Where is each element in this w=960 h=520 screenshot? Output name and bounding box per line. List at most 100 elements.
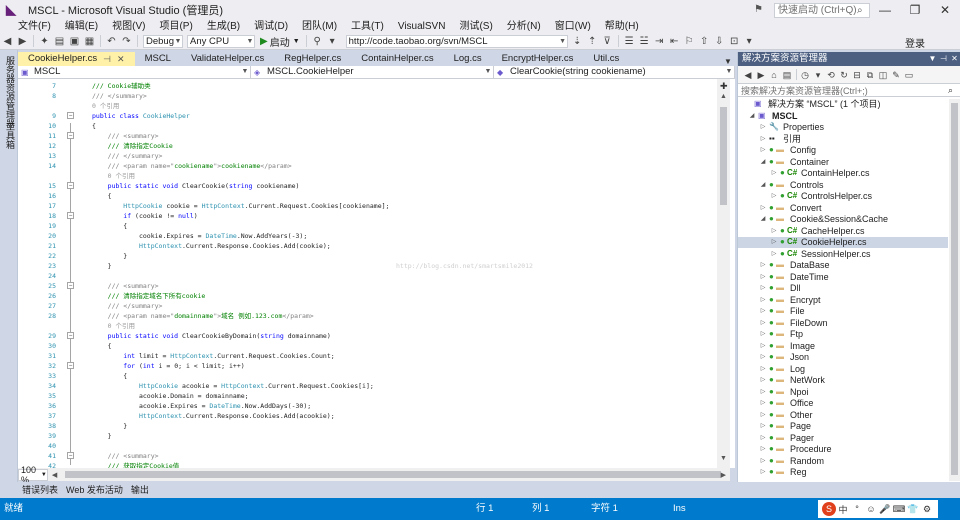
menu-item[interactable]: 视图(V) <box>105 20 152 33</box>
home-icon[interactable]: ⌂ <box>768 69 780 81</box>
tree-item[interactable]: ▷ ● C# CookieHelper.cs <box>738 237 948 248</box>
ime-button[interactable]: ° <box>850 504 864 514</box>
collapse-all-icon[interactable]: ⊟ <box>851 69 863 81</box>
url-select[interactable]: http://code.taobao.org/svn/MSCL ▼ <box>345 34 568 48</box>
tree-item[interactable]: ▷ ● ▬ File <box>738 306 948 317</box>
back-icon[interactable]: ◀ <box>742 69 754 81</box>
pending-changes-icon[interactable]: ▾ <box>812 69 824 81</box>
menu-item[interactable]: VisualSVN <box>391 20 453 33</box>
tree-item[interactable]: ▷ ● ▬ Random <box>738 456 948 467</box>
tree-item[interactable]: ▷ ● ▬ Procedure <box>738 444 948 455</box>
history-icon[interactable]: ◷ <box>799 69 811 81</box>
collapse-region-icon[interactable]: − <box>67 132 74 139</box>
new-project-icon[interactable]: ✦ <box>38 35 51 48</box>
collapsed-arrow-icon[interactable]: ▷ <box>770 237 778 248</box>
collapse-region-icon[interactable]: − <box>67 182 74 189</box>
solution-search-input[interactable]: 搜索解决方案资源管理器(Ctrl+;) ⌕ <box>738 84 960 97</box>
expanded-arrow-icon[interactable]: ◢ <box>759 180 767 191</box>
document-tab[interactable]: ContainHelper.cs <box>351 52 443 66</box>
indent-icon[interactable]: ⇥ <box>653 35 666 48</box>
collapsed-arrow-icon[interactable]: ▷ <box>759 341 767 352</box>
editor-horizontal-scrollbar[interactable]: 100 % ▼ ◀ ▶ <box>18 465 730 485</box>
close-icon[interactable]: ✕ <box>949 52 960 66</box>
class-dropdown[interactable]: ◈ MSCL.CookieHelper ▼ <box>251 66 494 78</box>
collapsed-arrow-icon[interactable]: ▷ <box>759 398 767 409</box>
preview-icon[interactable]: ▭ <box>903 69 915 81</box>
feedback-flag-icon[interactable]: ⚑ <box>754 3 768 17</box>
undo-icon[interactable]: ↶ <box>105 35 118 48</box>
toolbar-overflow-icon[interactable]: ▾ <box>743 35 756 48</box>
collapsed-arrow-icon[interactable]: ▷ <box>759 318 767 329</box>
sogou-logo-icon[interactable]: S <box>822 502 836 516</box>
collapse-region-icon[interactable]: − <box>67 112 74 119</box>
ime-button[interactable]: 中 <box>836 503 850 516</box>
tree-item[interactable]: ▷ ● ▬ Dll <box>738 283 948 294</box>
code-editor[interactable]: 7 /// Cookie辅助类 8 /// </summary> 0 个引用 9 − publ… <box>18 79 735 468</box>
switch-views-icon[interactable]: ▤ <box>781 69 793 81</box>
document-tab[interactable]: EncryptHelper.cs <box>492 52 584 66</box>
collapsed-arrow-icon[interactable]: ▷ <box>759 260 767 271</box>
view-code-icon[interactable]: ◫ <box>877 69 889 81</box>
collapse-region-icon[interactable]: − <box>67 282 74 289</box>
menu-item[interactable]: 调试(D) <box>247 20 295 33</box>
bottom-tool-tab[interactable]: Web 发布活动 <box>62 482 127 498</box>
collapsed-arrow-icon[interactable]: ▷ <box>770 226 778 237</box>
collapsed-arrow-icon[interactable]: ▷ <box>759 203 767 214</box>
tree-item[interactable]: ▷ ▪▪ 引用 <box>738 134 948 145</box>
menu-item[interactable]: 分析(N) <box>500 20 548 33</box>
ime-button[interactable]: ☺ <box>864 504 878 514</box>
tree-item[interactable]: ▷ ● ▬ Reg <box>738 467 948 478</box>
scroll-thumb[interactable] <box>951 103 958 475</box>
tree-item[interactable]: ▷ ● ▬ DataBase <box>738 260 948 271</box>
collapsed-arrow-icon[interactable]: ▷ <box>759 364 767 375</box>
menu-item[interactable]: 生成(B) <box>200 20 247 33</box>
ime-button[interactable]: 🎤 <box>878 504 892 515</box>
tab-list-dropdown-icon[interactable]: ▼ <box>721 57 735 66</box>
collapsed-arrow-icon[interactable]: ▷ <box>759 295 767 306</box>
tree-item[interactable]: ▣ 解决方案 “MSCL” (1 个项目) <box>738 99 948 110</box>
tree-item[interactable]: ▷ ● ▬ Ftp <box>738 329 948 340</box>
properties-icon[interactable]: ✎ <box>890 69 902 81</box>
split-window-icon[interactable]: ✚ <box>720 81 728 92</box>
save-icon[interactable]: ▣ <box>68 35 81 48</box>
collapsed-arrow-icon[interactable]: ▷ <box>770 249 778 260</box>
refresh-icon[interactable]: ↻ <box>838 69 850 81</box>
menu-item[interactable]: 团队(M) <box>295 20 344 33</box>
collapsed-arrow-icon[interactable]: ▷ <box>759 467 767 478</box>
toolbar-options-icon[interactable]: ▾ <box>326 35 339 48</box>
next-bookmark-icon[interactable]: ⇩ <box>713 35 726 48</box>
menu-item[interactable]: 文件(F) <box>11 20 58 33</box>
platform-select[interactable]: Any CPU ▼ <box>187 34 255 48</box>
outdent-icon[interactable]: ⇤ <box>668 35 681 48</box>
start-debugging-button[interactable]: ▶ 启动 ▼ <box>260 34 300 49</box>
scroll-thumb[interactable] <box>65 471 721 478</box>
document-tab[interactable]: RegHelper.cs <box>274 52 351 66</box>
menu-item[interactable]: 项目(P) <box>152 20 199 33</box>
document-tab[interactable]: Log.cs <box>444 52 492 66</box>
tree-item[interactable]: ◢ ● ▬ Controls <box>738 180 948 191</box>
collapsed-arrow-icon[interactable]: ▷ <box>759 272 767 283</box>
collapsed-arrow-icon[interactable]: ▷ <box>770 191 778 202</box>
tree-item[interactable]: ▷ ● ▬ Other <box>738 410 948 421</box>
scroll-thumb[interactable] <box>720 107 727 205</box>
collapsed-arrow-icon[interactable]: ▷ <box>759 456 767 467</box>
collapsed-arrow-icon[interactable]: ▷ <box>759 122 767 133</box>
document-tab[interactable]: ValidateHelper.cs <box>181 52 274 66</box>
bottom-tool-tab[interactable]: 输出 <box>127 482 153 498</box>
collapsed-arrow-icon[interactable]: ▷ <box>759 410 767 421</box>
save-all-icon[interactable]: ▦ <box>83 35 96 48</box>
sync-icon[interactable]: ⟲ <box>825 69 837 81</box>
tree-item[interactable]: ▷ ● C# SessionHelper.cs <box>738 249 948 260</box>
menu-item[interactable]: 窗口(W) <box>548 20 598 33</box>
tree-item[interactable]: ▷ ● ▬ Page <box>738 421 948 432</box>
clear-bookmarks-icon[interactable]: ⊡ <box>728 35 741 48</box>
collapsed-arrow-icon[interactable]: ▷ <box>759 134 767 145</box>
minimize-button[interactable]: — <box>870 0 900 20</box>
project-dropdown[interactable]: ▣ MSCL ▼ <box>18 66 251 78</box>
svn-commit-icon[interactable]: ⇡ <box>586 35 599 48</box>
collapsed-arrow-icon[interactable]: ▷ <box>759 329 767 340</box>
tree-item[interactable]: ▷ ● ▬ DateTime <box>738 272 948 283</box>
server-explorer-tab[interactable]: 服务器资源管理器 <box>3 56 15 128</box>
close-icon[interactable]: ✕ <box>117 52 125 66</box>
tree-item[interactable]: ▷ 🔧 Properties <box>738 122 948 133</box>
